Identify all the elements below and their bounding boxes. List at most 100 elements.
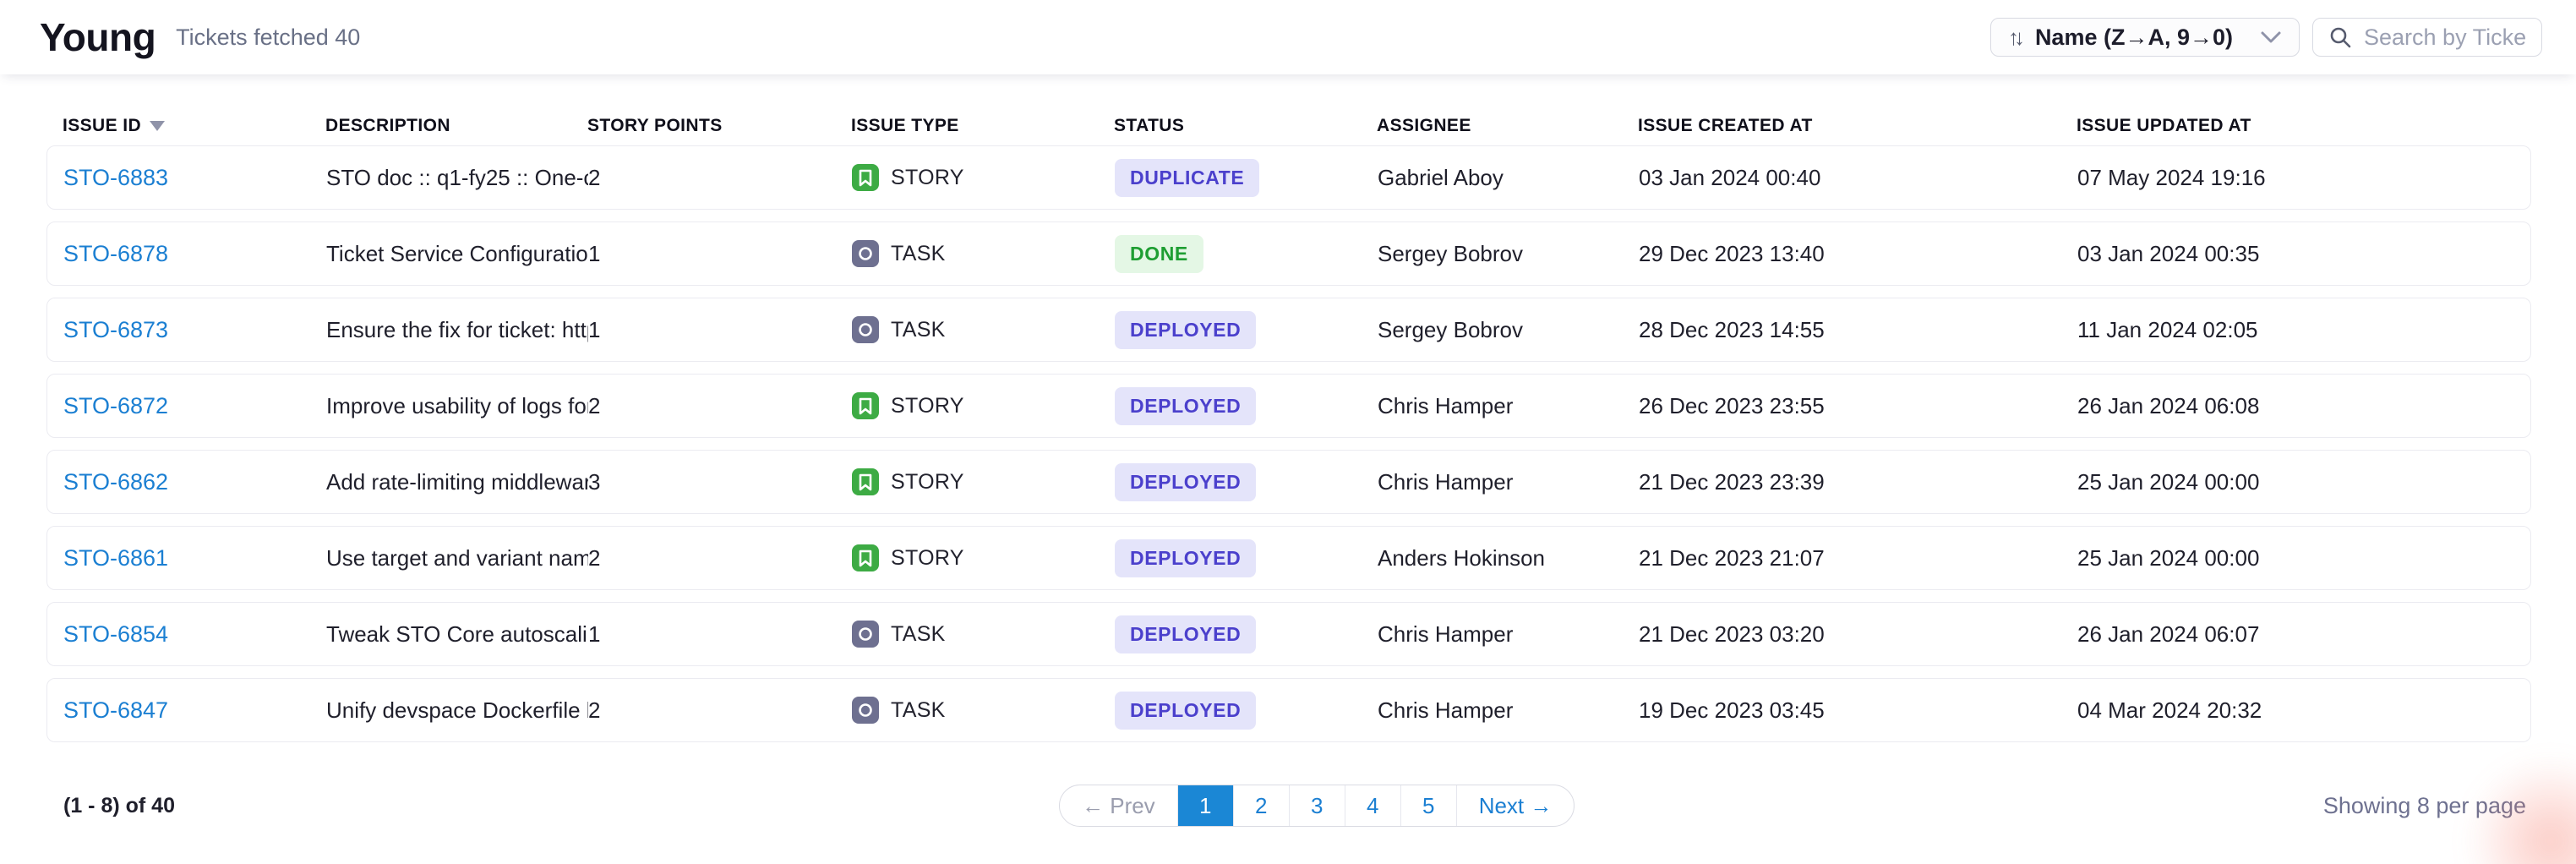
assignee-cell: Sergey Bobrov (1378, 241, 1639, 267)
updated-at-cell: 26 Jan 2024 06:07 (2077, 621, 2530, 648)
description-cell: Ticket Service Configuration (326, 241, 588, 267)
table-row: STO-6847 Unify devspace Dockerfile build… (46, 678, 2531, 742)
story-points-cell: 2 (588, 165, 852, 191)
column-header-issue-created-at: ISSUE CREATED AT (1638, 116, 2077, 136)
issue-id-link[interactable]: STO-6847 (63, 697, 168, 723)
table-row: STO-6854 Tweak STO Core autoscaling par.… (46, 602, 2531, 666)
tickets-table: ISSUE ID DESCRIPTION STORY POINTS ISSUE … (0, 107, 2576, 835)
task-icon (852, 621, 879, 648)
page-button-4[interactable]: 4 (1345, 785, 1401, 826)
story-icon (852, 468, 879, 495)
pagination-controls: ← Prev 1 2 3 4 5 Next → (1059, 785, 1575, 827)
column-header-assignee: ASSIGNEE (1377, 116, 1638, 136)
page-button-1[interactable]: 1 (1178, 785, 1234, 826)
status-badge: DEPLOYED (1115, 615, 1256, 653)
created-at-cell: 26 Dec 2023 23:55 (1639, 393, 2077, 419)
created-at-cell: 21 Dec 2023 03:20 (1639, 621, 2077, 648)
issue-type-cell: TASK (852, 240, 1115, 267)
story-points-cell: 1 (588, 317, 852, 343)
column-header-status: STATUS (1114, 116, 1377, 136)
issue-id-link[interactable]: STO-6878 (63, 241, 168, 266)
top-bar: Young Tickets fetched 40 ↑↓ Name (Z→A, 9… (0, 0, 2576, 74)
column-header-description: DESCRIPTION (325, 116, 587, 136)
assignee-cell: Sergey Bobrov (1378, 317, 1639, 343)
assignee-cell: Chris Hamper (1378, 621, 1639, 648)
updated-at-cell: 25 Jan 2024 00:00 (2077, 545, 2530, 571)
search-input[interactable] (2364, 25, 2526, 51)
created-at-cell: 29 Dec 2023 13:40 (1639, 241, 2077, 267)
status-badge: DEPLOYED (1115, 539, 1256, 577)
created-at-cell: 21 Dec 2023 23:39 (1639, 469, 2077, 495)
story-icon (852, 544, 879, 571)
status-badge: DEPLOYED (1115, 463, 1256, 501)
story-points-cell: 1 (588, 241, 852, 267)
story-points-cell: 2 (588, 545, 852, 571)
column-header-issue-updated-at: ISSUE UPDATED AT (2077, 116, 2531, 136)
assignee-cell: Gabriel Aboy (1378, 165, 1639, 191)
description-cell: Unify devspace Dockerfile build (326, 697, 588, 724)
updated-at-cell: 26 Jan 2024 06:08 (2077, 393, 2530, 419)
assignee-cell: Chris Hamper (1378, 393, 1639, 419)
page-title: Young (40, 14, 156, 60)
issue-id-link[interactable]: STO-6862 (63, 469, 168, 495)
per-page-label: Showing 8 per page (2323, 793, 2526, 819)
created-at-cell: 19 Dec 2023 03:45 (1639, 697, 2077, 724)
pagination-bar: (1 - 8) of 40 ← Prev 1 2 3 4 5 Next → Sh… (46, 776, 2531, 835)
description-cell: Tweak STO Core autoscaling par... (326, 621, 588, 648)
story-points-cell: 2 (588, 697, 852, 724)
updated-at-cell: 11 Jan 2024 02:05 (2077, 317, 2530, 343)
description-cell: Add rate-limiting middleware to S... (326, 469, 588, 495)
description-cell: Use target and variant name sear... (326, 545, 588, 571)
sort-dropdown[interactable]: ↑↓ Name (Z→A, 9→0) (1990, 18, 2300, 57)
assignee-cell: Chris Hamper (1378, 697, 1639, 724)
issue-id-link[interactable]: STO-6861 (63, 545, 168, 571)
table-row: STO-6878 Ticket Service Configuration 1 … (46, 221, 2531, 286)
created-at-cell: 21 Dec 2023 21:07 (1639, 545, 2077, 571)
issue-id-link[interactable]: STO-6873 (63, 317, 168, 342)
issue-id-link[interactable]: STO-6872 (63, 393, 168, 418)
status-badge: DEPLOYED (1115, 692, 1256, 730)
page-button-2[interactable]: 2 (1234, 785, 1290, 826)
column-header-issue-id[interactable]: ISSUE ID (63, 116, 325, 136)
page-button-5[interactable]: 5 (1401, 785, 1457, 826)
story-points-cell: 3 (588, 469, 852, 495)
story-icon (852, 164, 879, 191)
issue-type-cell: STORY (852, 544, 1115, 571)
created-at-cell: 28 Dec 2023 14:55 (1639, 317, 2077, 343)
issue-id-link[interactable]: STO-6854 (63, 621, 168, 647)
pagination-range-label: (1 - 8) of 40 (63, 794, 175, 818)
status-badge: DEPLOYED (1115, 387, 1256, 425)
sort-updown-icon: ↑↓ (2008, 25, 2020, 51)
assignee-cell: Chris Hamper (1378, 469, 1639, 495)
table-row: STO-6873 Ensure the fix for ticket: http… (46, 298, 2531, 362)
issue-type-cell: TASK (852, 316, 1115, 343)
issue-type-cell: STORY (852, 468, 1115, 495)
description-cell: STO doc :: q1-fy25 :: One-click e... (326, 165, 588, 191)
table-row: STO-6862 Add rate-limiting middleware to… (46, 450, 2531, 514)
updated-at-cell: 04 Mar 2024 20:32 (2077, 697, 2530, 724)
sort-descending-icon (150, 121, 165, 131)
story-points-cell: 2 (588, 393, 852, 419)
page-button-3[interactable]: 3 (1290, 785, 1345, 826)
issue-id-link[interactable]: STO-6883 (63, 165, 168, 190)
story-points-cell: 1 (588, 621, 852, 648)
updated-at-cell: 07 May 2024 19:16 (2077, 165, 2530, 191)
updated-at-cell: 03 Jan 2024 00:35 (2077, 241, 2530, 267)
issue-type-cell: STORY (852, 392, 1115, 419)
prev-page-button[interactable]: ← Prev (1060, 785, 1178, 826)
updated-at-cell: 25 Jan 2024 00:00 (2077, 469, 2530, 495)
sort-dropdown-value: Name (Z→A, 9→0) (2035, 25, 2233, 51)
next-page-button[interactable]: Next → (1457, 785, 1575, 826)
status-badge: DEPLOYED (1115, 311, 1256, 349)
table-row: STO-6872 Improve usability of logs for f… (46, 374, 2531, 438)
task-icon (852, 316, 879, 343)
description-cell: Ensure the fix for ticket: https://h... (326, 317, 588, 343)
issue-type-cell: STORY (852, 164, 1115, 191)
search-icon (2328, 25, 2352, 49)
column-header-story-points: STORY POINTS (587, 116, 851, 136)
status-badge: DUPLICATE (1115, 159, 1259, 197)
story-icon (852, 392, 879, 419)
task-icon (852, 697, 879, 724)
issue-type-cell: TASK (852, 697, 1115, 724)
tickets-fetched-label: Tickets fetched 40 (176, 25, 360, 51)
